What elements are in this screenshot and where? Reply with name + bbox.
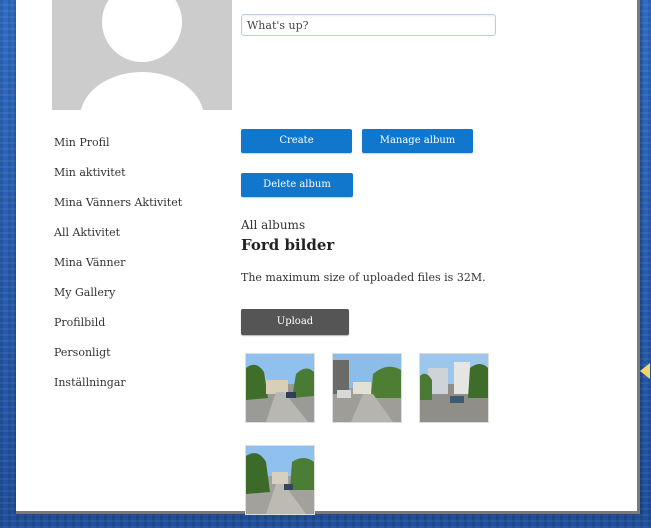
scroll-arrow-icon[interactable]: [640, 363, 650, 379]
sidebar-nav: Min Profil Min aktivitet Mina Vänners Ak…: [54, 135, 224, 405]
photo-thumbnail[interactable]: [245, 353, 315, 423]
sidebar-item-min-aktivitet[interactable]: Min aktivitet: [54, 165, 224, 195]
sidebar-item-my-gallery[interactable]: My Gallery: [54, 285, 224, 315]
sidebar-item-profilbild[interactable]: Profilbild: [54, 315, 224, 345]
sidebar-item-min-profil[interactable]: Min Profil: [54, 135, 224, 165]
sidebar-item-vanners-aktivitet[interactable]: Mina Vänners Aktivitet: [54, 195, 224, 225]
sidebar-item-personligt[interactable]: Personligt: [54, 345, 224, 375]
upload-button[interactable]: Upload: [241, 309, 349, 335]
sidebar-item-mina-vanner[interactable]: Mina Vänner: [54, 255, 224, 285]
avatar-placeholder-icon: [52, 0, 232, 110]
street-photo-icon: [246, 354, 314, 422]
sidebar-item-installningar[interactable]: Inställningar: [54, 375, 224, 405]
street-photo-icon: [246, 446, 314, 514]
sidebar-item-all-aktivitet[interactable]: All Aktivitet: [54, 225, 224, 255]
photo-thumbnail[interactable]: [419, 353, 489, 423]
photo-thumbnail[interactable]: [332, 353, 402, 423]
create-button[interactable]: Create: [241, 129, 352, 153]
manage-album-button[interactable]: Manage album: [362, 129, 473, 153]
photo-thumbnail[interactable]: [245, 445, 315, 515]
avatar[interactable]: [52, 0, 232, 110]
breadcrumb-all-albums[interactable]: All albums: [241, 218, 305, 232]
status-input[interactable]: [241, 14, 496, 36]
delete-album-button[interactable]: Delete album: [241, 173, 353, 197]
street-photo-icon: [420, 354, 488, 422]
album-title: Ford bilder: [241, 236, 335, 254]
main-panel: Min Profil Min aktivitet Mina Vänners Ak…: [16, 0, 640, 515]
max-upload-size-text: The maximum size of uploaded files is 32…: [241, 271, 486, 284]
street-photo-icon: [333, 354, 401, 422]
